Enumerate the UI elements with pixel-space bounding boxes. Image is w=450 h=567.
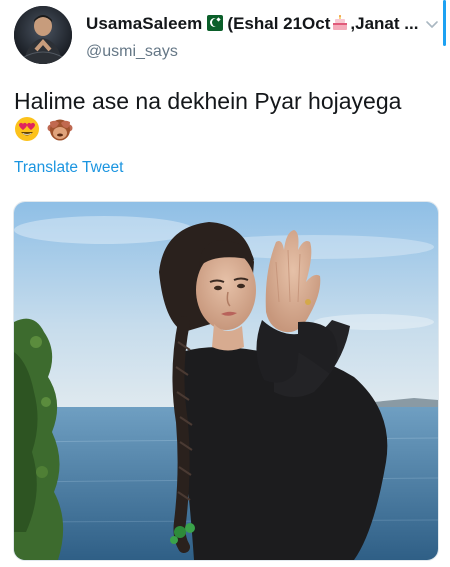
see-no-evil-monkey-emoji <box>47 119 73 141</box>
tweet-header: UsamaSaleem (Eshal 21Oct ,Janat ... @usmi… <box>14 6 440 66</box>
tweet-photo-image <box>14 202 438 560</box>
display-name-suffix: (Eshal 21Oct <box>227 14 331 33</box>
display-name-suffix-2: ,Janat ... <box>350 14 418 33</box>
avatar-image <box>14 6 72 64</box>
scrollbar[interactable] <box>443 0 446 46</box>
display-name[interactable]: UsamaSaleem <box>86 14 202 33</box>
heart-eyes-emoji <box>15 117 39 141</box>
pakistan-flag-icon <box>207 15 224 31</box>
emoji-row <box>14 116 76 146</box>
chevron-down-icon[interactable] <box>424 16 440 32</box>
translate-tweet-link[interactable]: Translate Tweet <box>14 159 123 177</box>
name-row: UsamaSaleem (Eshal 21Oct ,Janat ... <box>86 14 418 38</box>
tweet-photo[interactable] <box>13 201 439 561</box>
birthday-cake-icon <box>333 15 348 30</box>
tweet-text: Halime ase na dekhein Pyar hojayega <box>14 88 402 114</box>
user-handle[interactable]: @usmi_says <box>86 43 178 61</box>
avatar[interactable] <box>14 6 72 64</box>
